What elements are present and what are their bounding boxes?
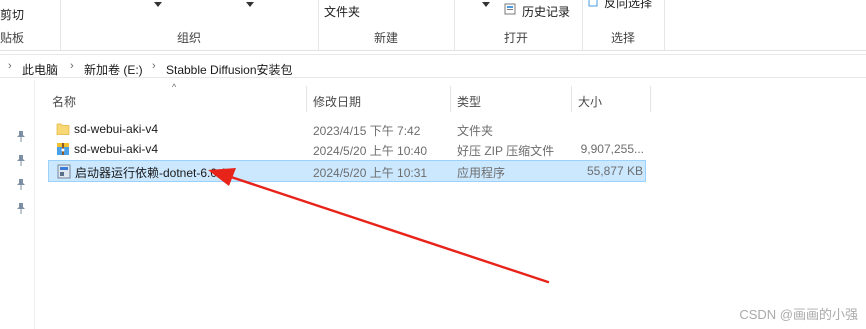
file-row-folder[interactable]: sd-webui-aki-v4 2023/4/15 下午 7:42 文件夹 bbox=[48, 119, 646, 139]
copy-to-dropdown-icon[interactable] bbox=[246, 2, 254, 7]
organize-group-label: 组织 bbox=[176, 31, 201, 45]
file-modified: 2023/4/15 下午 7:42 bbox=[313, 124, 421, 138]
zip-archive-icon bbox=[56, 141, 70, 156]
column-header-type-label: 类型 bbox=[457, 95, 482, 109]
folder-icon bbox=[56, 121, 70, 136]
column-header-size-label: 大小 bbox=[578, 95, 603, 109]
column-header-size[interactable]: 大小 bbox=[572, 86, 650, 110]
clipboard-group-label: 贴板 bbox=[0, 31, 25, 45]
chevron-right-icon[interactable]: › bbox=[152, 60, 156, 72]
file-type: 好压 ZIP 压缩文件 bbox=[457, 144, 555, 158]
select-group-label: 选择 bbox=[610, 31, 635, 45]
file-row-installer[interactable]: 启动器运行依赖-dotnet-6.0.11 2024/5/20 上午 10:31… bbox=[48, 160, 646, 182]
column-header-name[interactable]: 名称 bbox=[48, 86, 306, 110]
ribbon: 剪切 贴板 组织 文件夹 新建 历史记录 打开 反向选择 选择 bbox=[0, 0, 866, 51]
file-name: sd-webui-aki-v4 bbox=[74, 142, 159, 156]
column-divider[interactable] bbox=[650, 86, 651, 112]
arrow-shaft bbox=[226, 174, 550, 284]
select-group: 反向选择 选择 bbox=[582, 0, 665, 50]
chevron-right-icon[interactable]: › bbox=[70, 60, 74, 72]
installer-app-icon bbox=[57, 164, 71, 179]
navigation-pane[interactable] bbox=[0, 80, 35, 329]
properties-dropdown-icon[interactable] bbox=[482, 2, 490, 7]
file-modified: 2024/5/20 上午 10:31 bbox=[313, 166, 428, 180]
address-bar[interactable]: › 此电脑 › 新加卷 (E:) › Stabble Diffusion安装包 bbox=[0, 52, 866, 78]
watermark: CSDN @画画的小强 bbox=[739, 307, 858, 322]
file-size: 55,877 KB bbox=[586, 164, 643, 178]
column-header-type[interactable]: 类型 bbox=[451, 86, 571, 110]
new-group: 文件夹 新建 bbox=[318, 0, 455, 50]
chevron-right-icon: › bbox=[8, 60, 12, 72]
pin-icon[interactable] bbox=[16, 178, 26, 190]
pin-icon[interactable] bbox=[16, 154, 26, 166]
move-to-dropdown-icon[interactable] bbox=[154, 2, 162, 7]
breadcrumb-this-pc[interactable]: 此电脑 bbox=[22, 61, 58, 78]
new-group-label: 新建 bbox=[373, 31, 398, 45]
breadcrumb: › 此电脑 › 新加卷 (E:) › Stabble Diffusion安装包 bbox=[0, 54, 866, 78]
column-header-modified[interactable]: 修改日期 bbox=[307, 86, 450, 110]
pin-icon[interactable] bbox=[16, 130, 26, 142]
column-header-name-label: 名称 bbox=[52, 95, 77, 109]
cut-button[interactable]: 剪切 bbox=[0, 6, 24, 23]
open-group: 历史记录 打开 bbox=[454, 0, 583, 50]
file-name: sd-webui-aki-v4 bbox=[74, 122, 159, 136]
pin-icon[interactable] bbox=[16, 202, 26, 214]
history-icon bbox=[504, 3, 516, 15]
column-header-modified-label: 修改日期 bbox=[313, 95, 362, 109]
breadcrumb-current-folder[interactable]: Stabble Diffusion安装包 bbox=[166, 61, 293, 78]
file-row-zip[interactable]: sd-webui-aki-v4 2024/5/20 上午 10:40 好压 ZI… bbox=[48, 139, 646, 159]
history-button[interactable]: 历史记录 bbox=[522, 3, 570, 20]
file-name: 启动器运行依赖-dotnet-6.0.11 bbox=[75, 166, 233, 180]
organize-group: 组织 bbox=[60, 0, 319, 50]
clipboard-group: 剪切 贴板 bbox=[0, 0, 61, 50]
breadcrumb-drive-e[interactable]: 新加卷 (E:) bbox=[84, 61, 143, 78]
file-modified: 2024/5/20 上午 10:40 bbox=[313, 144, 428, 158]
file-size: 9,907,255... bbox=[580, 142, 644, 156]
open-group-label: 打开 bbox=[504, 31, 529, 45]
file-type: 文件夹 bbox=[457, 124, 494, 138]
new-folder-button[interactable]: 文件夹 bbox=[324, 3, 360, 20]
invert-select-icon bbox=[588, 0, 598, 7]
invert-select-button[interactable]: 反向选择 bbox=[604, 0, 652, 11]
file-type: 应用程序 bbox=[457, 166, 506, 180]
